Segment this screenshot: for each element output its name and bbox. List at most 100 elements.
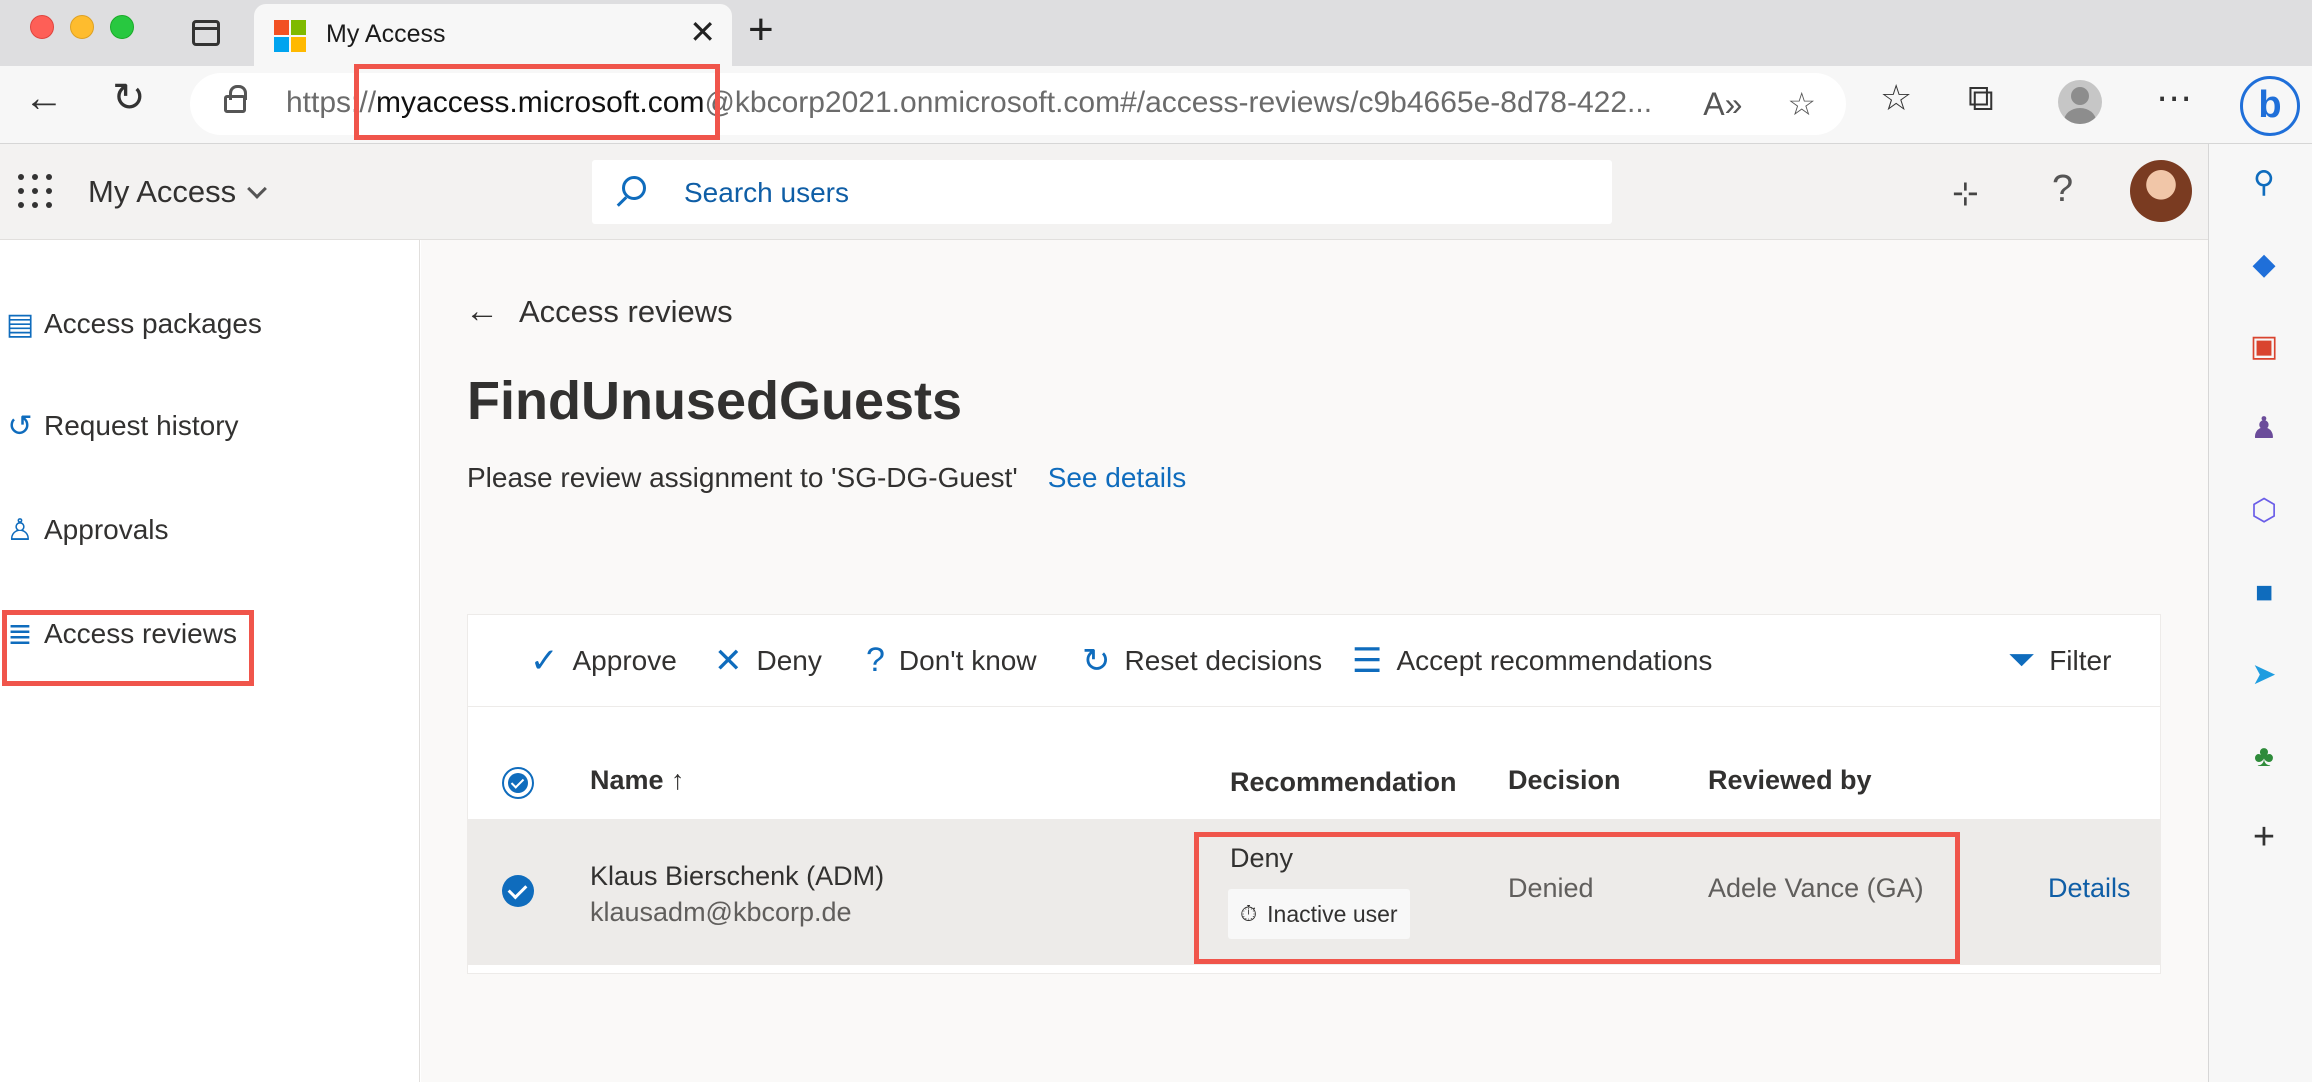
column-header-reviewed-by: Reviewed by	[1708, 765, 1872, 795]
inactive-user-badge: ⏱ Inactive user	[1228, 889, 1410, 939]
url-scheme: https://	[286, 86, 377, 119]
reset-label: Reset decisions	[1124, 645, 1323, 676]
url-rest: @kbcorp2021.onmicrosoft.com#/access-revi…	[704, 86, 1653, 119]
reviewed-by-value: Adele Vance (GA)	[1708, 873, 1924, 903]
review-panel: ✓ Approve ✕ Deny ? Don't know ↻ Reset de…	[467, 614, 2161, 974]
org-chart-icon[interactable]: ⊹	[1952, 174, 1979, 212]
approvals-icon: ♙	[6, 513, 34, 547]
tab-actions-icon[interactable]	[192, 20, 220, 46]
tab-close-icon[interactable]: ✕	[689, 16, 716, 48]
collections-icon[interactable]: ⧉	[1968, 80, 1994, 116]
read-aloud-icon[interactable]: A»	[1703, 86, 1742, 122]
add-icon[interactable]: +	[2247, 818, 2281, 856]
back-link-label: Access reviews	[519, 293, 733, 329]
maximize-window-button[interactable]	[110, 15, 134, 39]
send-icon[interactable]: ➤	[2247, 658, 2281, 692]
favorites-icon[interactable]: ☆	[1880, 80, 1912, 116]
nav-item-label: Request history	[44, 410, 239, 441]
nav-item-request-history[interactable]: ↺ Request history	[0, 398, 239, 454]
tree-icon[interactable]: ♣	[2247, 740, 2281, 774]
reviewee-email: klausadm@kbcorp.de	[590, 897, 852, 927]
back-to-access-reviews-link[interactable]: ← Access reviews	[465, 292, 733, 331]
approve-button[interactable]: ✓ Approve	[530, 641, 677, 681]
left-navigation: ▤ Access packages ↺ Request history ♙ Ap…	[0, 240, 420, 1082]
new-tab-button[interactable]: +	[748, 8, 774, 52]
edge-sidebar: ⚲ ◆ ▣ ♟ ⬡ ■ ➤ ♣ +	[2208, 144, 2312, 1082]
list-icon: ≣	[7, 617, 33, 651]
user-avatar[interactable]	[2130, 160, 2192, 222]
games-icon[interactable]: ♟	[2247, 412, 2281, 446]
accept-recommendations-button[interactable]: ☰ Accept recommendations	[1352, 641, 1712, 681]
tools-icon[interactable]: ▣	[2247, 330, 2281, 364]
search-icon[interactable]: ⚲	[2247, 166, 2281, 200]
search-icon	[622, 176, 646, 200]
shopping-tag-icon[interactable]: ◆	[2247, 248, 2281, 282]
nav-item-access-packages[interactable]: ▤ Access packages	[0, 296, 262, 352]
question-icon: ?	[866, 641, 885, 679]
nav-item-label: Access packages	[44, 308, 262, 339]
browser-profile-icon[interactable]	[2058, 80, 2102, 124]
back-arrow-icon: ←	[465, 292, 499, 330]
filter-button[interactable]: ⏷ Filter	[2008, 641, 2111, 680]
command-bar: ✓ Approve ✕ Deny ? Don't know ↻ Reset de…	[468, 615, 2160, 707]
check-icon: ✓	[530, 642, 559, 680]
select-all-checkbox[interactable]	[502, 767, 534, 799]
filter-icon: ⏷	[2008, 641, 2036, 679]
approve-label: Approve	[572, 645, 677, 676]
chevron-down-icon	[247, 179, 268, 199]
badge-label: Inactive user	[1267, 900, 1398, 927]
recommendation-value: Deny	[1230, 843, 1294, 873]
more-icon[interactable]: ⋯	[2156, 80, 2192, 116]
column-header-name[interactable]: Name ↑	[590, 765, 685, 796]
url-host: myaccess.microsoft.com	[376, 86, 705, 119]
see-details-link[interactable]: See details	[1048, 462, 1187, 493]
description-text: Please review assignment to 'SG-DG-Guest…	[467, 462, 1018, 493]
history-icon: ↺	[7, 409, 33, 443]
close-icon: ✕	[714, 642, 743, 680]
lock-icon	[224, 85, 247, 113]
main-content: ← Access reviews FindUnusedGuests Please…	[421, 240, 2208, 1082]
back-arrow-icon[interactable]: ←	[24, 78, 64, 118]
column-header-recommendation: Recommendation	[1230, 767, 1457, 797]
close-window-button[interactable]	[30, 15, 54, 39]
nav-item-label: Access reviews	[44, 618, 237, 649]
browser-tab-bar: My Access ✕ +	[0, 0, 2312, 66]
dont-know-button[interactable]: ? Don't know	[866, 641, 1037, 680]
help-icon[interactable]: ?	[2052, 168, 2073, 211]
microsoft365-icon[interactable]: ⬡	[2247, 494, 2281, 528]
search-box[interactable]: Search users	[592, 160, 1612, 224]
table-row[interactable]: Klaus Bierschenk (ADM) klausadm@kbcorp.d…	[468, 819, 2160, 965]
checkmark-icon	[508, 773, 528, 793]
outlook-icon[interactable]: ■	[2247, 576, 2281, 610]
search-input[interactable]: Search users	[684, 177, 849, 209]
reset-decisions-button[interactable]: ↻ Reset decisions	[1082, 641, 1322, 681]
reviewee-name: Klaus Bierschenk (ADM)	[590, 861, 885, 891]
details-link[interactable]: Details	[2048, 873, 2131, 904]
browser-address-bar: ← ↻ https://myaccess.microsoft.com@kbcor…	[0, 66, 2312, 144]
tab-title: My Access	[326, 20, 446, 48]
refresh-icon[interactable]: ↻	[112, 78, 146, 118]
nav-item-approvals[interactable]: ♙ Approvals	[0, 502, 169, 558]
app-header: My Access Search users ⊹ ?	[0, 144, 2208, 240]
microsoft-logo-icon	[274, 20, 306, 52]
browser-tab[interactable]: My Access ✕	[254, 4, 732, 66]
column-header-decision: Decision	[1508, 765, 1621, 795]
minimize-window-button[interactable]	[70, 15, 94, 39]
url-text: https://myaccess.microsoft.com@kbcorp202…	[286, 86, 1652, 120]
nav-item-access-reviews[interactable]: ≣ Access reviews	[0, 606, 237, 662]
row-checkbox[interactable]	[502, 875, 534, 907]
url-field[interactable]: https://myaccess.microsoft.com@kbcorp202…	[190, 73, 1846, 135]
app-title-menu[interactable]: My Access	[88, 174, 268, 210]
url-actions: A» ☆	[1703, 85, 1816, 123]
dont-know-label: Don't know	[898, 644, 1037, 676]
accept-label: Accept recommendations	[1396, 645, 1713, 676]
app-title: My Access	[88, 174, 237, 209]
reset-icon: ↻	[1082, 642, 1111, 680]
checklist-icon: ☰	[1352, 642, 1383, 680]
decision-value: Denied	[1508, 873, 1594, 903]
add-favorite-icon[interactable]: ☆	[1787, 86, 1816, 122]
bing-icon[interactable]: b	[2240, 76, 2300, 136]
deny-label: Deny	[756, 645, 822, 676]
deny-button[interactable]: ✕ Deny	[714, 641, 822, 681]
app-launcher-icon[interactable]	[18, 174, 52, 208]
